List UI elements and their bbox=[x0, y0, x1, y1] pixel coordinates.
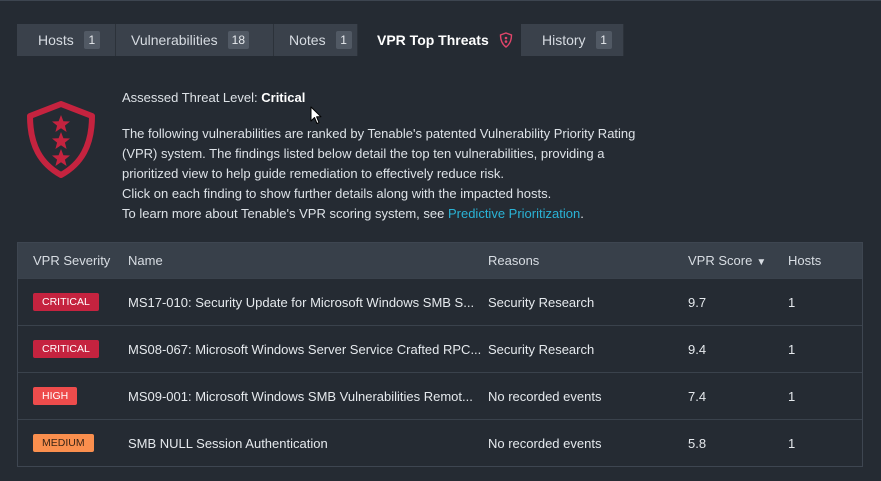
reasons-cell: No recorded events bbox=[488, 388, 602, 404]
header-vpr-score-label: VPR Score bbox=[688, 253, 753, 268]
vulnerability-name: SMB NULL Session Authentication bbox=[128, 435, 328, 451]
vulnerability-name: MS09-001: Microsoft Windows SMB Vulnerab… bbox=[128, 388, 473, 404]
header-name[interactable]: Name bbox=[128, 253, 488, 268]
threat-level: Assessed Threat Level: Critical bbox=[122, 88, 682, 108]
severity-cell: CRITICAL bbox=[18, 293, 128, 311]
table-header: VPR Severity Name Reasons VPR Score ▼ Hos… bbox=[18, 243, 862, 278]
tab-notes-label: Notes bbox=[289, 32, 326, 48]
tab-hosts[interactable]: Hosts 1 bbox=[17, 24, 116, 56]
vpr-score-cell: 9.7 bbox=[688, 294, 707, 310]
tab-vpr-top-threats[interactable]: VPR Top Threats bbox=[358, 24, 521, 56]
severity-badge: MEDIUM bbox=[33, 434, 94, 452]
hosts-cell: 1 bbox=[788, 341, 796, 357]
threat-level-label: Assessed Threat Level: bbox=[122, 90, 258, 105]
severity-cell: HIGH bbox=[18, 387, 128, 405]
severity-cell: CRITICAL bbox=[18, 340, 128, 358]
table-row[interactable]: CRITICAL MS17-010: Security Update for M… bbox=[18, 278, 862, 325]
table-row[interactable]: CRITICAL MS08-067: Microsoft Windows Ser… bbox=[18, 325, 862, 372]
description-line-5-suffix: . bbox=[580, 206, 584, 221]
hosts-cell: 1 bbox=[788, 388, 796, 404]
description-line-5: To learn more about Tenable's VPR scorin… bbox=[122, 204, 682, 224]
tab-vulnerabilities-count: 18 bbox=[227, 31, 249, 49]
severity-badge: CRITICAL bbox=[33, 293, 99, 311]
description-line-4: Click on each finding to show further de… bbox=[122, 186, 552, 201]
shield-star-icon bbox=[499, 32, 512, 48]
threat-level-value: Critical bbox=[261, 90, 306, 105]
reasons-cell: No recorded events bbox=[488, 435, 602, 451]
description-line-1: The following vulnerabilities are ranked… bbox=[122, 126, 636, 141]
description-line-3: prioritized view to help guide remediati… bbox=[122, 166, 505, 181]
header-vpr-score[interactable]: VPR Score ▼ bbox=[688, 253, 788, 268]
tab-vpr-top-threats-label: VPR Top Threats bbox=[377, 32, 489, 48]
severity-badge: CRITICAL bbox=[33, 340, 99, 358]
hosts-cell: 1 bbox=[788, 435, 796, 451]
shield-three-stars-icon bbox=[27, 101, 95, 178]
description-line-2: (VPR) system. The findings listed below … bbox=[122, 146, 605, 161]
severity-cell: MEDIUM bbox=[18, 434, 128, 452]
vulnerability-name: MS17-010: Security Update for Microsoft … bbox=[128, 294, 475, 310]
tab-vulnerabilities[interactable]: Vulnerabilities 18 bbox=[116, 24, 274, 56]
top-divider bbox=[0, 0, 881, 1]
mouse-pointer-icon bbox=[310, 106, 322, 124]
tab-notes-count: 1 bbox=[335, 31, 352, 49]
table-row[interactable]: MEDIUM SMB NULL Session Authentication N… bbox=[18, 419, 862, 466]
sort-descending-icon: ▼ bbox=[756, 257, 767, 268]
tab-vulnerabilities-label: Vulnerabilities bbox=[131, 32, 218, 48]
reasons-cell: Security Research bbox=[488, 341, 595, 357]
tab-history-count: 1 bbox=[595, 31, 612, 49]
tab-history[interactable]: History 1 bbox=[521, 24, 624, 56]
severity-badge: HIGH bbox=[33, 387, 78, 405]
hosts-cell: 1 bbox=[788, 294, 796, 310]
header-vpr-severity[interactable]: VPR Severity bbox=[18, 253, 128, 268]
vpr-top-threats-table: VPR Severity Name Reasons VPR Score ▼ Hos… bbox=[17, 242, 863, 467]
vpr-score-cell: 7.4 bbox=[688, 388, 707, 404]
tab-bar: Hosts 1 Vulnerabilities 18 Notes 1 VPR T… bbox=[17, 24, 624, 56]
table-row[interactable]: HIGH MS09-001: Microsoft Windows SMB Vul… bbox=[18, 372, 862, 419]
vulnerability-name: MS08-067: Microsoft Windows Server Servi… bbox=[128, 341, 482, 357]
description-line-5-prefix: To learn more about Tenable's VPR scorin… bbox=[122, 206, 448, 221]
tab-history-label: History bbox=[542, 32, 586, 48]
threat-summary: Assessed Threat Level: Critical The foll… bbox=[122, 88, 682, 224]
header-reasons[interactable]: Reasons bbox=[488, 253, 688, 268]
vpr-description: The following vulnerabilities are ranked… bbox=[122, 124, 682, 224]
vpr-score-cell: 5.8 bbox=[688, 435, 707, 451]
predictive-prioritization-link[interactable]: Predictive Prioritization bbox=[448, 206, 580, 221]
tab-hosts-label: Hosts bbox=[38, 32, 74, 48]
reasons-cell: Security Research bbox=[488, 294, 595, 310]
vpr-score-cell: 9.4 bbox=[688, 341, 707, 357]
header-hosts[interactable]: Hosts bbox=[788, 253, 862, 268]
tab-hosts-count: 1 bbox=[83, 31, 100, 49]
tab-notes[interactable]: Notes 1 bbox=[274, 24, 358, 56]
